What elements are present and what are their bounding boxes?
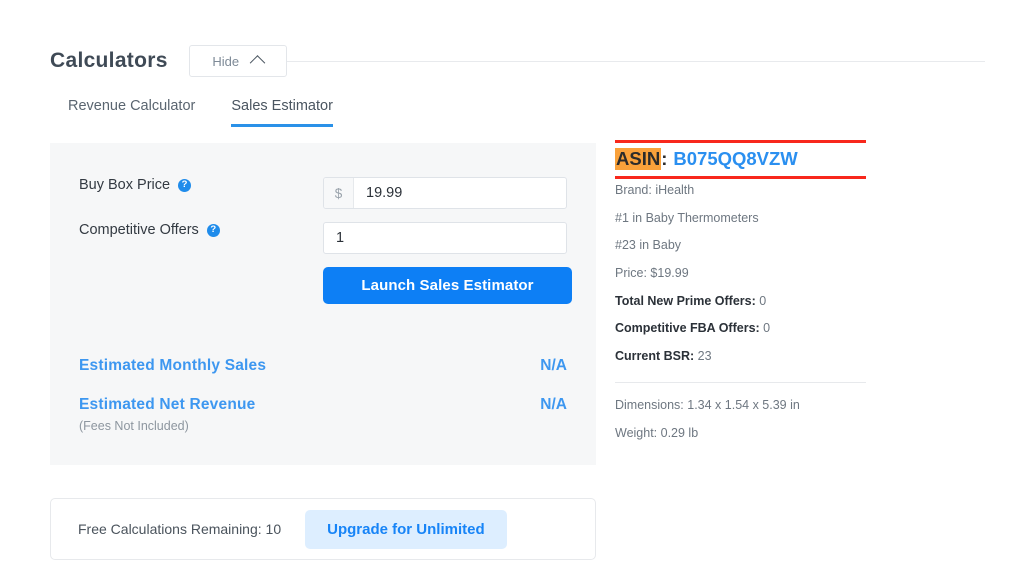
info-line-rank-category: #1 in Baby Thermometers <box>615 211 875 227</box>
sales-estimator-page: Calculators Hide Revenue Calculator Sale… <box>0 0 1024 576</box>
info-line-current-bsr: Current BSR: 23 <box>615 349 875 365</box>
buy-box-price-input-wrap[interactable]: $ <box>323 177 567 209</box>
calculators-header: Calculators Hide <box>50 42 985 80</box>
info-label-rank-baby: #23 in Baby <box>615 238 681 252</box>
info-label-total-new-prime-offers: Total New Prime Offers: <box>615 294 756 308</box>
info-label-competitive-fba-offers: Competitive FBA Offers: <box>615 321 760 335</box>
competitive-offers-input[interactable] <box>324 223 566 253</box>
competitive-offers-label: Competitive Offers <box>79 222 199 238</box>
free-calculations-card: Free Calculations Remaining: 10 Upgrade … <box>50 498 596 560</box>
info-label-dimensions: Dimensions: 1.34 x 1.54 x 5.39 in <box>615 398 800 412</box>
info-value-total-new-prime-offers: 0 <box>756 294 766 308</box>
buy-box-price-row: Buy Box Price ? <box>79 177 191 193</box>
asin-key-highlight: ASIN <box>615 148 661 170</box>
info-value-current-bsr: 23 <box>694 349 711 363</box>
buy-box-price-input[interactable] <box>354 178 566 208</box>
page-title: Calculators <box>50 49 168 73</box>
asin-colon: : <box>661 148 667 170</box>
estimated-net-revenue-value: N/A <box>540 396 567 414</box>
fees-not-included-note: (Fees Not Included) <box>79 419 189 433</box>
help-circle-icon[interactable]: ? <box>207 224 220 237</box>
dollar-sign-icon: $ <box>324 178 354 208</box>
product-info-panel: ASIN: B075QQ8VZW Brand: iHealth #1 in Ba… <box>615 140 875 442</box>
header-divider <box>287 61 985 62</box>
calculator-tabs: Revenue Calculator Sales Estimator <box>68 98 333 127</box>
chevron-up-icon <box>250 55 266 71</box>
info-label-weight: Weight: 0.29 lb <box>615 426 698 440</box>
info-label-current-bsr: Current BSR: <box>615 349 694 363</box>
launch-sales-estimator-button[interactable]: Launch Sales Estimator <box>323 267 572 304</box>
estimated-net-revenue-row: Estimated Net Revenue N/A <box>79 396 567 414</box>
estimated-monthly-sales-label: Estimated Monthly Sales <box>79 357 266 375</box>
estimated-monthly-sales-row: Estimated Monthly Sales N/A <box>79 357 567 375</box>
info-label-price: Price: <box>615 266 647 280</box>
info-line-brand: Brand: iHealth <box>615 183 875 199</box>
competitive-offers-row: Competitive Offers ? <box>79 222 220 238</box>
buy-box-price-label: Buy Box Price <box>79 177 170 193</box>
free-calculations-remaining-text: Free Calculations Remaining: 10 <box>78 521 281 537</box>
estimated-net-revenue-label: Estimated Net Revenue <box>79 396 255 414</box>
tab-revenue-calculator[interactable]: Revenue Calculator <box>68 98 195 127</box>
asin-row: ASIN: B075QQ8VZW <box>615 143 875 176</box>
tab-sales-estimator[interactable]: Sales Estimator <box>231 98 333 127</box>
competitive-offers-input-wrap[interactable] <box>323 222 567 254</box>
info-value-brand: iHealth <box>652 183 694 197</box>
info-value-competitive-fba-offers: 0 <box>760 321 770 335</box>
hide-toggle-button[interactable]: Hide <box>189 45 287 77</box>
estimated-monthly-sales-value: N/A <box>540 357 567 375</box>
info-label-rank-category: #1 in Baby Thermometers <box>615 211 759 225</box>
info-value-price: $19.99 <box>647 266 689 280</box>
help-circle-icon[interactable]: ? <box>178 179 191 192</box>
upgrade-for-unlimited-button[interactable]: Upgrade for Unlimited <box>305 510 507 549</box>
info-label-brand: Brand: <box>615 183 652 197</box>
hide-button-label: Hide <box>212 54 239 69</box>
asin-value[interactable]: B075QQ8VZW <box>673 148 797 170</box>
calculator-panel: Buy Box Price ? $ Competitive Offers ? L… <box>50 143 596 465</box>
info-line-competitive-fba-offers: Competitive FBA Offers: 0 <box>615 321 875 337</box>
info-line-price: Price: $19.99 <box>615 266 875 282</box>
info-line-rank-baby: #23 in Baby <box>615 238 875 254</box>
info-panel-divider <box>615 382 866 383</box>
info-line-dimensions: Dimensions: 1.34 x 1.54 x 5.39 in <box>615 398 875 414</box>
info-line-weight: Weight: 0.29 lb <box>615 426 875 442</box>
info-line-total-new-prime-offers: Total New Prime Offers: 0 <box>615 294 875 310</box>
annotation-line-bottom <box>615 176 866 179</box>
